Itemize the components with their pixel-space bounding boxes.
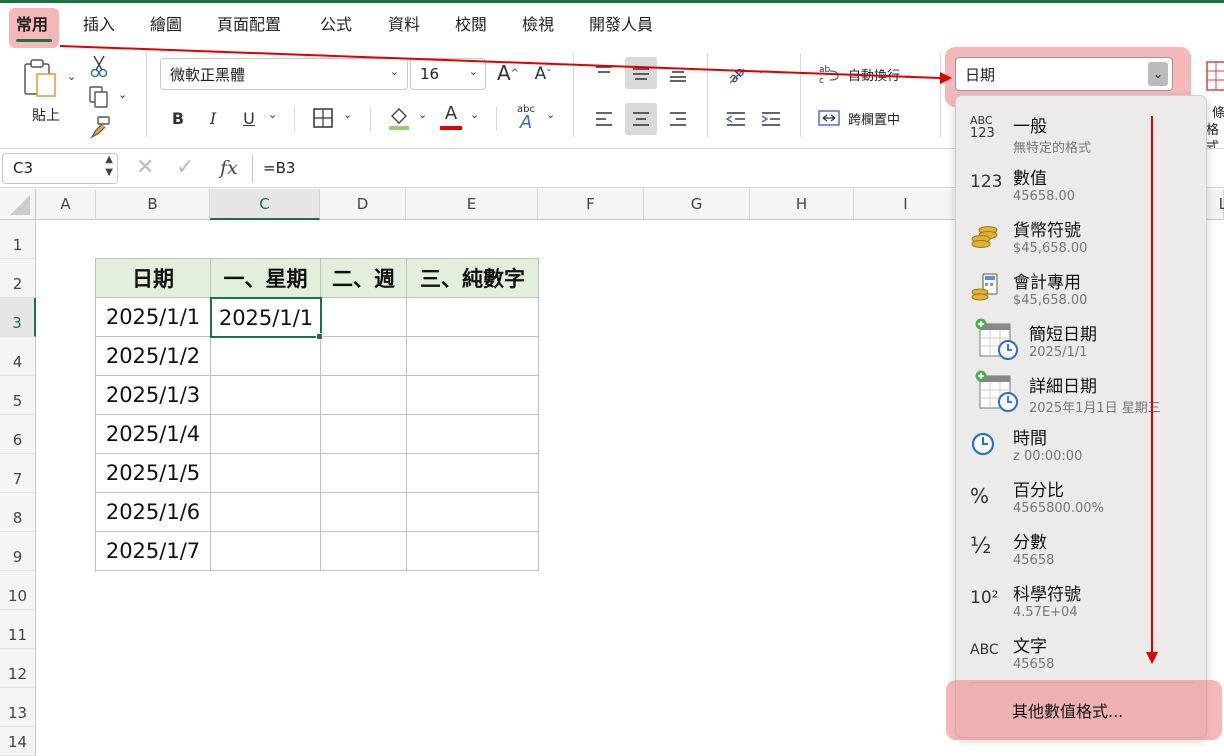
format-item-short-date[interactable]: 簡短日期 2025/1/1 — [956, 318, 1208, 370]
time-clock-icon — [971, 432, 995, 456]
short-date-icon — [975, 318, 1018, 360]
scientific-icon: 10² — [970, 588, 999, 608]
format-sample: 45658 — [1013, 657, 1055, 672]
format-item-accounting[interactable]: 會計專用 $45,658.00 — [956, 266, 1208, 318]
format-title: 文字 — [1013, 637, 1047, 657]
format-title: 百分比 — [1013, 481, 1064, 501]
format-sample: 無特定的格式 — [1013, 141, 1092, 156]
format-sample: 4.57E+04 — [1013, 605, 1078, 620]
format-sample: $45,658.00 — [1013, 293, 1088, 308]
format-sample: 2025/1/1 — [1029, 345, 1088, 360]
format-item-general[interactable]: ABC 123 一般 無特定的格式 — [956, 110, 1208, 162]
format-title: 簡短日期 — [1029, 325, 1097, 345]
number-format-dropdown: ABC 123 一般 無特定的格式 123 數值 45658.00 貨幣符號 $4… — [955, 95, 1207, 738]
format-item-percent[interactable]: % 百分比 4565800.00% — [956, 474, 1208, 526]
fraction-icon: ½ — [970, 534, 992, 559]
format-sample: $45,658.00 — [1013, 241, 1088, 256]
percent-icon: % — [970, 484, 990, 508]
format-title: 詳細日期 — [1029, 377, 1097, 397]
format-item-text[interactable]: ABC 文字 45658 — [956, 630, 1208, 682]
currency-coins-icon — [971, 226, 998, 248]
tab-to-format-arrow — [59, 45, 941, 79]
more-number-formats-item[interactable]: 其他數值格式... — [1012, 698, 1123, 722]
scroll-annotation-arrow — [1146, 116, 1158, 664]
excel-window: 常用 插入 繪圖 頁面配置 公式 資料 校閱 檢視 開發人員 ⌄ 貼上 ⌄ 微軟… — [0, 0, 1224, 756]
format-title: 會計專用 — [1013, 273, 1081, 293]
general-format-icon: ABC 123 — [970, 114, 995, 141]
format-title: 時間 — [1013, 429, 1047, 449]
format-title: 一般 — [1013, 117, 1047, 137]
format-item-scientific[interactable]: 10² 科學符號 4.57E+04 — [956, 578, 1208, 630]
format-sample: 45658.00 — [1013, 189, 1076, 204]
arrowhead-down-icon — [1146, 652, 1158, 664]
format-item-fraction[interactable]: ½ 分數 45658 — [956, 526, 1208, 578]
text-format-icon: ABC — [970, 642, 999, 658]
format-title: 數值 — [1013, 169, 1047, 189]
accounting-icon — [971, 273, 998, 301]
format-title: 分數 — [1013, 533, 1047, 553]
format-title: 貨幣符號 — [1013, 221, 1081, 241]
long-date-icon — [975, 370, 1018, 412]
format-sample: 45658 — [1013, 553, 1055, 568]
number-format-icon: 123 — [970, 172, 1003, 192]
format-item-long-date[interactable]: 詳細日期 2025年1月1日 星期三 — [956, 370, 1208, 422]
format-item-currency[interactable]: 貨幣符號 $45,658.00 — [956, 214, 1208, 266]
format-sample: z 00:00:00 — [1013, 449, 1083, 464]
format-title: 科學符號 — [1013, 585, 1081, 605]
format-item-time[interactable]: 時間 z 00:00:00 — [956, 422, 1208, 474]
format-sample: 4565800.00% — [1013, 501, 1104, 516]
arrowhead-icon — [940, 72, 952, 84]
format-item-number[interactable]: 123 數值 45658.00 — [956, 162, 1208, 214]
